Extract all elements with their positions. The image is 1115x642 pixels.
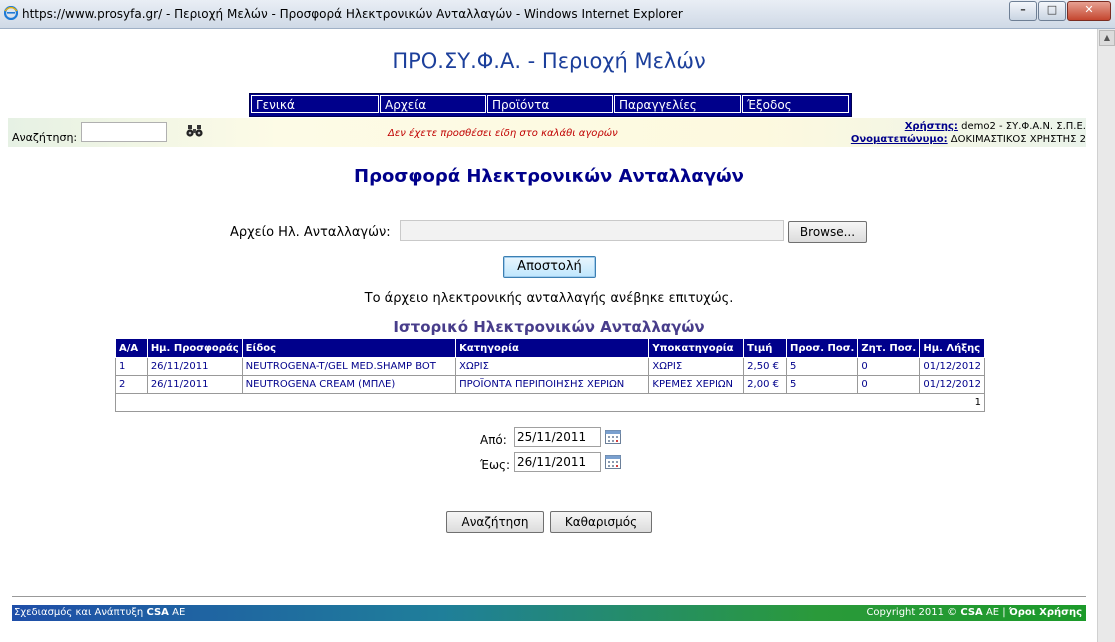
info-bar: Αναζήτηση: Δεν έχετε προσθέσει είδη στο … <box>8 118 1086 147</box>
table-cell: ΠΡΟΪΟΝΤΑ ΠΕΡΙΠΟΙΗΣΗΣ ΧΕΡΙΩΝ <box>455 375 650 394</box>
close-button[interactable]: ✕ <box>1067 1 1111 21</box>
footer: Σχεδιασμός και Ανάπτυξη CSA AE Copyright… <box>12 605 1086 621</box>
footer-credits-prefix: Σχεδιασμός και Ανάπτυξη <box>14 607 147 618</box>
column-header[interactable]: Ημ. Προσφοράς <box>146 338 243 358</box>
terms-link[interactable]: Όροι Χρήσης <box>1009 607 1082 618</box>
menu-item-general[interactable]: Γενικά <box>251 95 379 113</box>
clear-button[interactable]: Καθαρισμός <box>550 511 652 533</box>
page-content: ΠΡΟ.ΣΥ.Φ.Α. - Περιοχή Μελών Γενικά Αρχεί… <box>0 29 1098 642</box>
maximize-button[interactable]: □ <box>1038 1 1066 21</box>
internet-explorer-icon <box>4 6 18 20</box>
footer-credits-suffix: AE <box>168 607 186 618</box>
column-header[interactable]: Α/Α <box>115 338 148 358</box>
footer-copyright-prefix: Copyright 2011 © <box>866 607 961 618</box>
table-cell: 2,00 € <box>743 375 788 394</box>
table-cell: 26/11/2011 <box>146 357 243 376</box>
table-cell: 2,50 € <box>743 357 788 376</box>
footer-credits: Σχεδιασμός και Ανάπτυξη CSA AE <box>14 607 185 618</box>
footer-copyright: Copyright 2011 © CSA AE | Όροι Χρήσης <box>866 607 1082 618</box>
footer-divider <box>12 596 1086 597</box>
send-button[interactable]: Αποστολή <box>503 256 596 278</box>
history-table: Α/Α Ημ. Προσφοράς Είδος Κατηγορία Υποκατ… <box>115 338 985 412</box>
to-date-input[interactable]: 26/11/2011 <box>514 452 601 472</box>
minimize-icon: – <box>1020 3 1026 16</box>
table-cell: 0 <box>857 357 921 376</box>
footer-credits-brand: CSA <box>146 607 169 618</box>
table-cell: 0 <box>857 375 921 394</box>
history-title: Ιστορικό Ηλεκτρονικών Ανταλλαγών <box>393 318 705 336</box>
pager-page-link[interactable]: 1 <box>115 393 985 412</box>
table-cell: ΧΩΡΙΣ <box>455 357 650 376</box>
upload-success-message: Το άρχειο ηλεκτρονικής ανταλλαγής ανέβηκ… <box>364 291 734 306</box>
from-date-label: Από: <box>480 433 507 447</box>
column-header[interactable]: Κατηγορία <box>455 338 650 358</box>
menu-item-exit[interactable]: Έξοδος <box>742 95 849 113</box>
table-cell: ΚΡΕΜΕΣ ΧΕΡΙΩΝ <box>648 375 745 394</box>
table-cell: 01/12/2012 <box>919 357 985 376</box>
user-value: demo2 - ΣΥ.Φ.Α.Ν. Σ.Π.Ε. <box>961 121 1086 132</box>
user-info: Χρήστης: demo2 - ΣΥ.Φ.Α.Ν. Σ.Π.Ε. <box>905 121 1086 132</box>
menu-item-products[interactable]: Προϊόντα <box>487 95 613 113</box>
user-label: Χρήστης: <box>904 121 958 132</box>
table-cell: 5 <box>786 375 859 394</box>
browse-button[interactable]: Browse... <box>788 221 867 243</box>
table-cell: 26/11/2011 <box>146 375 243 394</box>
column-header[interactable]: Τιμή <box>743 338 788 358</box>
menu-item-files[interactable]: Αρχεία <box>380 95 486 113</box>
fullname-value: ΔΟΚΙΜΑΣΤΙΚΟΣ ΧΡΗΣΤΗΣ 2 <box>950 134 1086 145</box>
column-header[interactable]: Ημ. Λήξης <box>919 338 985 358</box>
column-header[interactable]: Είδος <box>241 338 457 358</box>
footer-copyright-suffix: AE <box>982 607 1000 618</box>
footer-copyright-brand: CSA <box>960 607 983 618</box>
search-input[interactable] <box>81 122 167 142</box>
search-label: Αναζήτηση: <box>12 131 78 144</box>
vertical-scrollbar[interactable]: ▲ <box>1097 29 1115 642</box>
main-menu: Γενικά Αρχεία Προϊόντα Παραγγελίες Έξοδο… <box>249 93 852 117</box>
table-cell: 2 <box>115 375 148 394</box>
table-cell: 1 <box>115 357 148 376</box>
table-row: 2 26/11/2011 NEUTROGENA CREAM (ΜΠΛΕ) ΠΡΟ… <box>115 375 985 394</box>
table-cell: NEUTROGENA CREAM (ΜΠΛΕ) <box>241 375 457 394</box>
table-cell: 5 <box>786 357 859 376</box>
file-path-input[interactable] <box>400 220 784 241</box>
table-pager-row: 1 <box>115 393 985 412</box>
fullname-label: Ονοματεπώνυμο: <box>850 134 948 145</box>
menu-item-orders[interactable]: Παραγγελίες <box>614 95 741 113</box>
table-header-row: Α/Α Ημ. Προσφοράς Είδος Κατηγορία Υποκατ… <box>115 338 985 358</box>
site-title: ΠΡΟ.ΣΥ.Φ.Α. - Περιοχή Μελών <box>392 49 706 73</box>
fullname-info: Ονοματεπώνυμο: ΔΟΚΙΜΑΣΤΙΚΟΣ ΧΡΗΣΤΗΣ 2 <box>851 134 1086 145</box>
window-titlebar: https://www.prosyfa.gr/ - Περιοχή Μελών … <box>0 0 1115 29</box>
scroll-up-arrow-icon[interactable]: ▲ <box>1099 30 1115 46</box>
cart-message: Δεν έχετε προσθέσει είδη στο καλάθι αγορ… <box>388 128 618 139</box>
to-date-label: Έως: <box>480 458 511 472</box>
maximize-icon: □ <box>1046 3 1058 16</box>
table-cell: NEUTROGENA-T/GEL MED.SHAMP BOT <box>241 357 457 376</box>
column-header[interactable]: Ζητ. Ποσ. <box>857 338 921 358</box>
binoculars-icon[interactable] <box>186 124 204 138</box>
table-row: 1 26/11/2011 NEUTROGENA-T/GEL MED.SHAMP … <box>115 357 985 376</box>
search-button[interactable]: Αναζήτηση <box>446 511 544 533</box>
column-header[interactable]: Προσ. Ποσ. <box>786 338 859 358</box>
window-title: https://www.prosyfa.gr/ - Περιοχή Μελών … <box>22 7 683 21</box>
minimize-button[interactable]: – <box>1009 1 1037 21</box>
close-icon: ✕ <box>1084 3 1094 16</box>
calendar-icon[interactable] <box>605 429 621 444</box>
page-heading: Προσφορά Ηλεκτρονικών Ανταλλαγών <box>354 166 744 187</box>
calendar-icon[interactable] <box>605 454 621 469</box>
from-date-input[interactable]: 25/11/2011 <box>514 427 601 447</box>
file-label: Αρχείο Ηλ. Ανταλλαγών: <box>230 225 391 240</box>
table-cell: ΧΩΡΙΣ <box>648 357 745 376</box>
window-controls: – □ ✕ <box>1008 1 1111 21</box>
table-cell: 01/12/2012 <box>919 375 985 394</box>
column-header[interactable]: Υποκατηγορία <box>648 338 745 358</box>
